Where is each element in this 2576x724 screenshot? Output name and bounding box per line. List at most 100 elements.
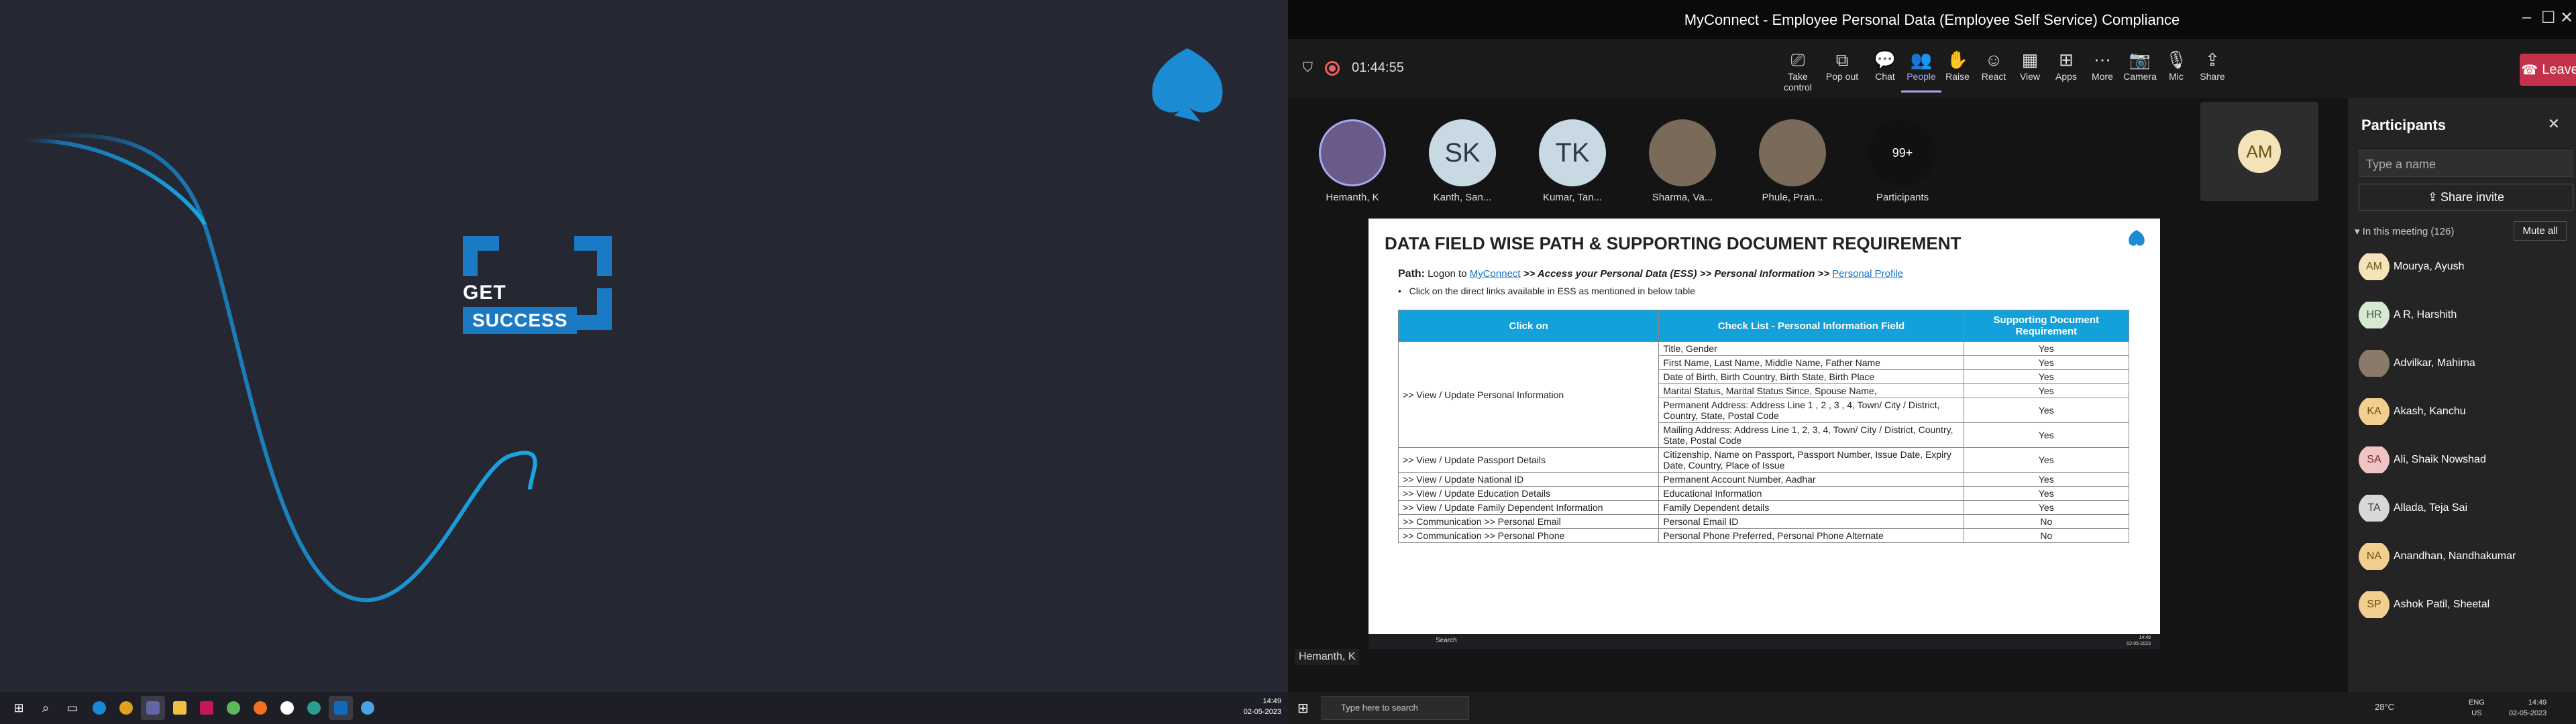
toolbar-button[interactable]: 📷 Camera <box>2120 48 2160 82</box>
app-icon[interactable] <box>356 696 380 720</box>
toolbar-button[interactable]: ⧉ Pop out <box>1822 48 1862 82</box>
search-icon[interactable]: ⌕ <box>34 696 58 720</box>
maximize-icon[interactable]: ☐ <box>2541 8 2556 27</box>
teams-icon[interactable] <box>141 696 165 720</box>
click-on-cell[interactable]: >> Communication >> Personal Email <box>1397 514 1660 529</box>
checklist-cell: Marital Status, Marital Status Since, Sp… <box>1658 383 1964 398</box>
path-label: Path: <box>1398 268 1425 280</box>
recording-indicator: ⛉ 01:44:55 <box>1303 60 1404 76</box>
participant-strip-name: Phule, Pran... <box>1762 192 1823 203</box>
table-row: >> Communication >> Personal Email Person… <box>1397 514 2130 529</box>
taskbar-search-input[interactable]: Type here to search <box>1322 696 1469 720</box>
click-on-cell[interactable]: >> View / Update Family Dependent Inform… <box>1397 500 1660 515</box>
lang-label: ENG <box>2469 699 2485 707</box>
requirement-cell: Yes <box>1963 369 2130 384</box>
path-text: Logon to <box>1428 268 1467 280</box>
click-on-cell[interactable]: >> View / Update Personal Information <box>1397 341 1660 448</box>
chrome-icon[interactable] <box>114 696 138 720</box>
task-view-icon[interactable]: ▭ <box>60 696 85 720</box>
toolbar-button[interactable]: ⇪ Share <box>2192 48 2233 82</box>
windows-icon[interactable]: ⊞ <box>7 696 31 720</box>
participant-list-item[interactable]: NA Anandhan, Nandhakumar <box>2359 543 2573 570</box>
checklist-cell: Citizenship, Name on Passport, Passport … <box>1658 447 1964 473</box>
success-label: SUCCESS <box>463 307 578 334</box>
close-icon[interactable]: ✕ <box>2560 8 2573 27</box>
toolbar-button[interactable]: 🎙 Mic <box>2156 48 2196 82</box>
apps-icon: ⊞ <box>2059 50 2074 70</box>
header-supporting-doc: Supporting Document Requirement <box>1963 310 2130 342</box>
participant-strip-item[interactable]: Hemanth, K <box>1305 115 1399 209</box>
personal-profile-link[interactable]: Personal Profile <box>1832 268 1903 280</box>
shield-icon: ⛉ <box>1303 60 1313 75</box>
participant-tile[interactable]: AM <box>2200 102 2318 201</box>
minimize-icon[interactable]: – <box>2522 8 2531 27</box>
in-meeting-section[interactable]: ▾ In this meeting (126) <box>2355 225 2454 237</box>
participant-list-item[interactable]: AM Mourya, Ayush <box>2359 253 2573 280</box>
toolbar-button[interactable]: ⎚ Take control <box>1778 48 1818 93</box>
participant-list-item[interactable]: TA Allada, Teja Sai <box>2359 495 2573 522</box>
intellij-icon[interactable] <box>195 696 219 720</box>
toolbar-button[interactable]: ✋ Raise <box>1937 48 1978 82</box>
click-on-cell[interactable]: >> View / Update Passport Details <box>1397 447 1660 473</box>
myconnect-link[interactable]: MyConnect <box>1470 268 1521 280</box>
avatar-photo <box>1759 119 1826 186</box>
explorer-icon[interactable] <box>168 696 192 720</box>
participant-list-item[interactable]: HR A R, Harshith <box>2359 302 2573 328</box>
toolbar-button[interactable]: 👥 People <box>1901 48 1941 93</box>
participant-list-item[interactable]: Advilkar, Mahima <box>2359 350 2573 377</box>
app-icon[interactable] <box>221 696 246 720</box>
left-time: 14:49 <box>1263 697 1281 705</box>
click-on-cell[interactable]: >> View / Update National ID <box>1397 472 1660 487</box>
participant-search-input[interactable]: Type a name <box>2359 150 2573 177</box>
toolbar-label: Camera <box>2123 71 2157 82</box>
toolbar-button[interactable]: ⋯ More <box>2082 48 2123 82</box>
mute-all-button[interactable]: Mute all <box>2514 221 2567 241</box>
document-title: DATA FIELD WISE PATH & SUPPORTING DOCUME… <box>1385 233 1962 253</box>
toolbar-button[interactable]: 💬 Chat <box>1865 48 1905 82</box>
toolbar-label: React <box>1981 71 2006 82</box>
document-bullet: • Click on the direct links available in… <box>1398 286 1696 296</box>
click-on-cell[interactable]: >> View / Update Education Details <box>1397 486 1660 501</box>
participant-list-item[interactable]: SA Ali, Shaik Nowshad <box>2359 446 2573 473</box>
participant-strip-name: Kanth, San... <box>1433 192 1492 203</box>
leave-button[interactable]: ☎ Leave <box>2520 54 2576 86</box>
app-icon[interactable] <box>302 696 326 720</box>
share-invite-button[interactable]: ⇪ Share invite <box>2359 184 2573 210</box>
toolbar-label: View <box>2019 71 2041 82</box>
close-panel-icon[interactable]: ✕ <box>2548 115 2560 133</box>
table-row: >> View / Update Personal Information Tit… <box>1397 341 2130 448</box>
raise-hand-icon: ✋ <box>1946 50 1969 70</box>
checklist-cell: Personal Email ID <box>1658 514 1964 529</box>
avatar: NA <box>2359 543 2390 570</box>
right-taskbar: ⊞ Type here to search 28°C ENG US 14:49 … <box>1288 692 2576 724</box>
participant-strip-item[interactable]: 99+ Participants <box>1856 115 1949 209</box>
shared-document: DATA FIELD WISE PATH & SUPPORTING DOCUME… <box>1368 219 2160 634</box>
right-clock[interactable]: 14:49 02-05-2023 <box>2509 697 2546 719</box>
participant-name: Allada, Teja Sai <box>2394 502 2467 514</box>
requirement-table: Click on Check List - Personal Informati… <box>1397 310 2130 543</box>
participant-name: Anandhan, Nandhakumar <box>2394 550 2516 562</box>
participant-strip-item[interactable]: Sharma, Va... <box>1635 115 1729 209</box>
region-label: US <box>2471 709 2482 717</box>
checklist-cell: Family Dependent details <box>1658 500 1964 515</box>
participant-strip-item[interactable]: Phule, Pran... <box>1746 115 1839 209</box>
toolbar-button[interactable]: ▦ View <box>2010 48 2050 82</box>
windows-icon[interactable]: ⊞ <box>1297 700 1309 717</box>
toolbar-button[interactable]: ⊞ Apps <box>2046 48 2086 82</box>
participant-strip-item[interactable]: SK Kanth, San... <box>1415 115 1509 209</box>
search-placeholder: Type here to search <box>1341 703 1418 713</box>
participant-name: Akash, Kanchu <box>2394 406 2466 417</box>
react-icon: ☺ <box>1984 50 2003 70</box>
app-icon[interactable] <box>248 696 272 720</box>
edge-icon[interactable] <box>87 696 111 720</box>
app-icon[interactable] <box>275 696 299 720</box>
participant-strip-item[interactable]: TK Kumar, Tan... <box>1525 115 1619 209</box>
toolbar-button[interactable]: ☺ React <box>1974 48 2014 82</box>
language-indicator[interactable]: ENG US <box>2469 697 2485 719</box>
participant-list-item[interactable]: KA Akash, Kanchu <box>2359 398 2573 425</box>
meeting-toolbar: ⛉ 01:44:55 ⎚ Take control ⧉ Pop out 💬 Chat 👥 Pe… <box>1288 39 2576 98</box>
outlook-icon[interactable] <box>329 696 353 720</box>
share-icon: ⇪ <box>2205 50 2220 70</box>
click-on-cell[interactable]: >> Communication >> Personal Phone <box>1397 528 1660 543</box>
participant-list-item[interactable]: SP Ashok Patil, Sheetal <box>2359 591 2573 618</box>
